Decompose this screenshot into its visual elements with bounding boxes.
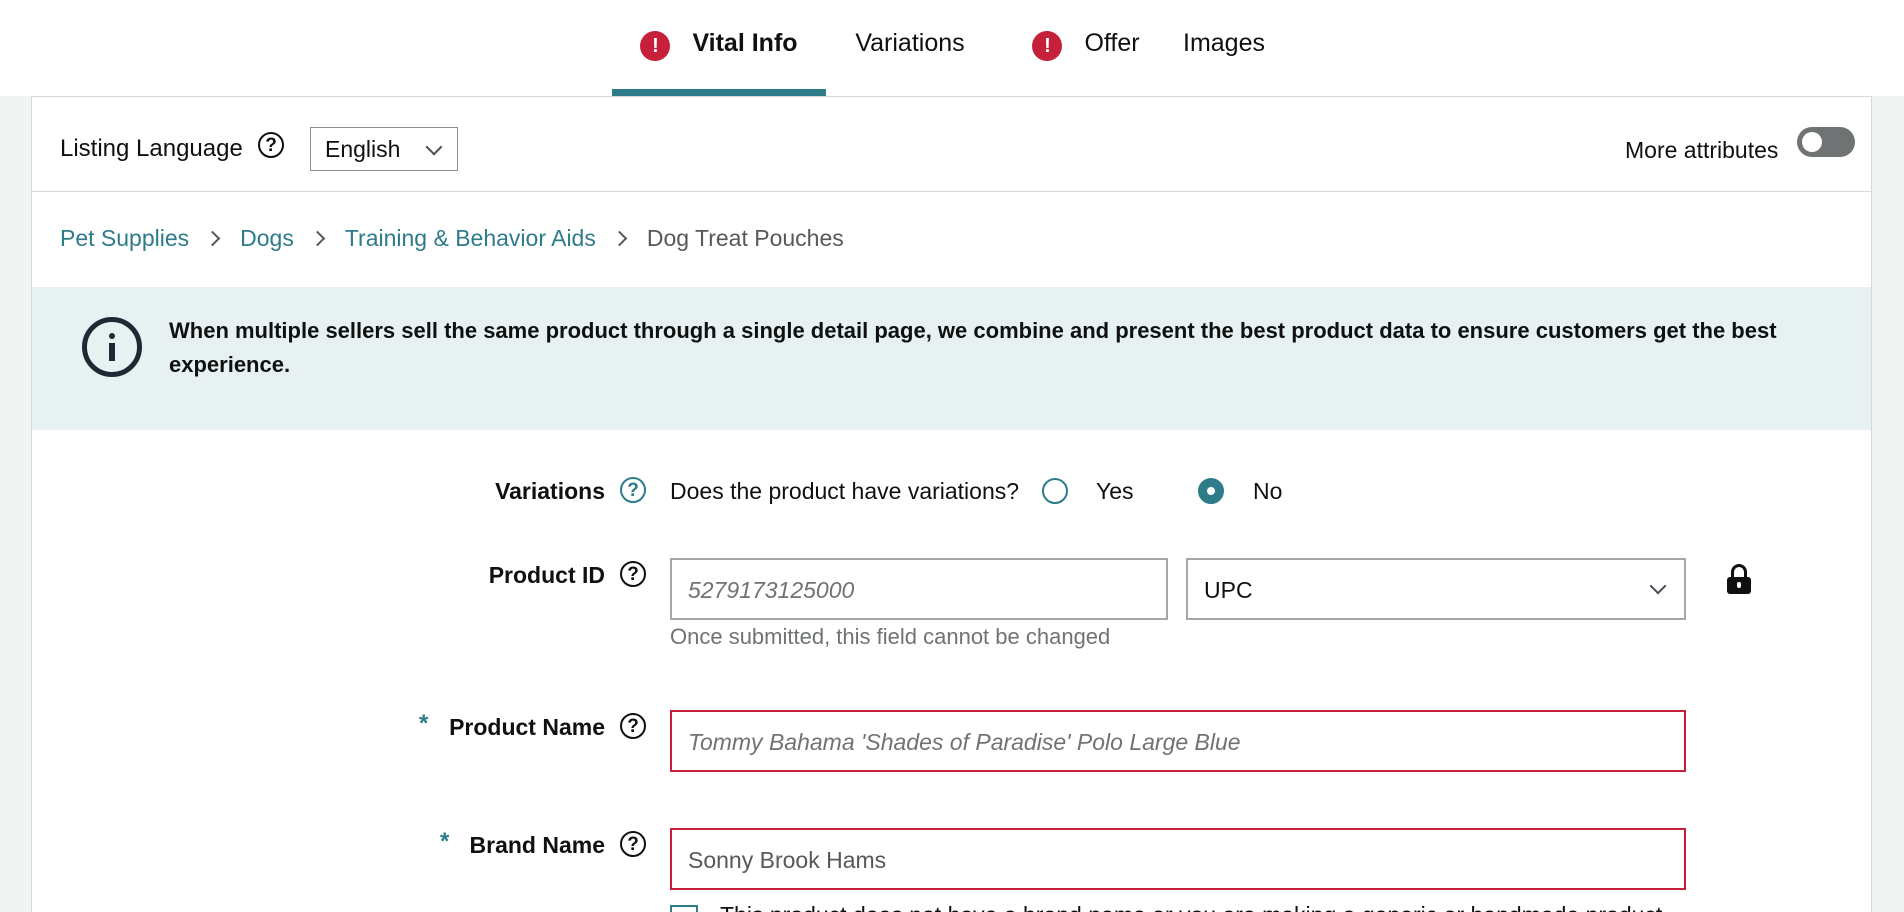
product-id-placeholder: 5279173125000 bbox=[688, 577, 855, 603]
product-id-type-select[interactable]: UPC bbox=[1186, 558, 1686, 620]
listing-language-label: Listing Language bbox=[60, 135, 243, 162]
variations-yes-label: Yes bbox=[1096, 478, 1134, 504]
lock-icon bbox=[1727, 564, 1751, 594]
no-brand-checkbox[interactable] bbox=[670, 905, 698, 912]
question-circle-icon[interactable]: ? bbox=[620, 477, 646, 503]
exclamation-circle-icon: ! bbox=[1032, 31, 1063, 61]
product-id-label: Product ID bbox=[488, 562, 605, 588]
breadcrumb-pet-supplies[interactable]: Pet Supplies bbox=[60, 225, 189, 252]
question-circle-icon[interactable]: ? bbox=[620, 561, 646, 587]
banner-text: When multiple sellers sell the same prod… bbox=[169, 318, 1777, 377]
more-attributes-toggle[interactable] bbox=[1797, 127, 1855, 157]
product-name-label: Product Name bbox=[449, 714, 605, 740]
required-mark: * bbox=[419, 710, 429, 737]
breadcrumb-training-behavior-aids[interactable]: Training & Behavior Aids bbox=[345, 225, 596, 252]
variations-label: Variations bbox=[495, 478, 605, 504]
page: ! Vital Info Variations ! Offer Images L… bbox=[0, 0, 1904, 912]
chevron-down-icon bbox=[425, 138, 443, 156]
variations-no-label: No bbox=[1253, 478, 1283, 504]
variations-question: Does the product have variations? bbox=[670, 478, 1020, 504]
brand-name-value: Sonny Brook Hams bbox=[688, 847, 887, 873]
product-id-hint: Once submitted, this field cannot be cha… bbox=[670, 624, 1111, 649]
breadcrumb-dog-treat-pouches: Dog Treat Pouches bbox=[646, 225, 844, 251]
brand-name-label: Brand Name bbox=[469, 832, 605, 858]
chevron-right-icon bbox=[204, 230, 221, 247]
tab-label: Images bbox=[1183, 28, 1265, 57]
breadcrumb: Pet Supplies Dogs Training & Behavior Ai… bbox=[60, 225, 844, 252]
tab-label: Vital Info bbox=[692, 28, 798, 57]
question-circle-icon[interactable]: ? bbox=[620, 831, 646, 857]
brand-name-input[interactable]: Sonny Brook Hams bbox=[670, 828, 1686, 890]
tab-vital-info[interactable]: ! Vital Info bbox=[612, 0, 826, 96]
language-select[interactable]: English bbox=[310, 127, 458, 171]
chevron-right-icon bbox=[309, 230, 326, 247]
question-circle-icon[interactable]: ? bbox=[258, 132, 284, 158]
more-attributes-label: More attributes bbox=[1625, 137, 1779, 163]
breadcrumb-dogs[interactable]: Dogs bbox=[240, 225, 294, 252]
chevron-down-icon bbox=[1649, 577, 1667, 595]
listing-language-row: Listing Language ? English More attribut… bbox=[32, 97, 1871, 192]
variations-yes-radio[interactable] bbox=[1042, 478, 1068, 504]
question-circle-icon[interactable]: ? bbox=[620, 713, 646, 739]
variations-no-radio[interactable] bbox=[1198, 478, 1224, 504]
product-name-input[interactable]: Tommy Bahama 'Shades of Paradise' Polo L… bbox=[670, 710, 1686, 772]
product-id-type-value: UPC bbox=[1204, 577, 1253, 603]
no-brand-checkbox-label: This product does not have a brand name … bbox=[720, 902, 1662, 912]
tab-offer[interactable]: ! Offer bbox=[1012, 0, 1160, 96]
tab-images[interactable]: Images bbox=[1172, 0, 1276, 96]
tab-label: Variations bbox=[855, 28, 965, 57]
language-value: English bbox=[325, 136, 401, 162]
chevron-right-icon bbox=[611, 230, 628, 247]
info-banner: When multiple sellers sell the same prod… bbox=[32, 287, 1871, 430]
tab-bar: ! Vital Info Variations ! Offer Images bbox=[0, 0, 1904, 96]
tab-label: Offer bbox=[1084, 28, 1140, 57]
product-name-placeholder: Tommy Bahama 'Shades of Paradise' Polo L… bbox=[688, 729, 1241, 755]
exclamation-circle-icon: ! bbox=[640, 31, 671, 61]
info-circle-icon bbox=[82, 317, 142, 377]
tab-variations[interactable]: Variations bbox=[836, 0, 984, 96]
product-id-input[interactable]: 5279173125000 bbox=[670, 558, 1168, 620]
